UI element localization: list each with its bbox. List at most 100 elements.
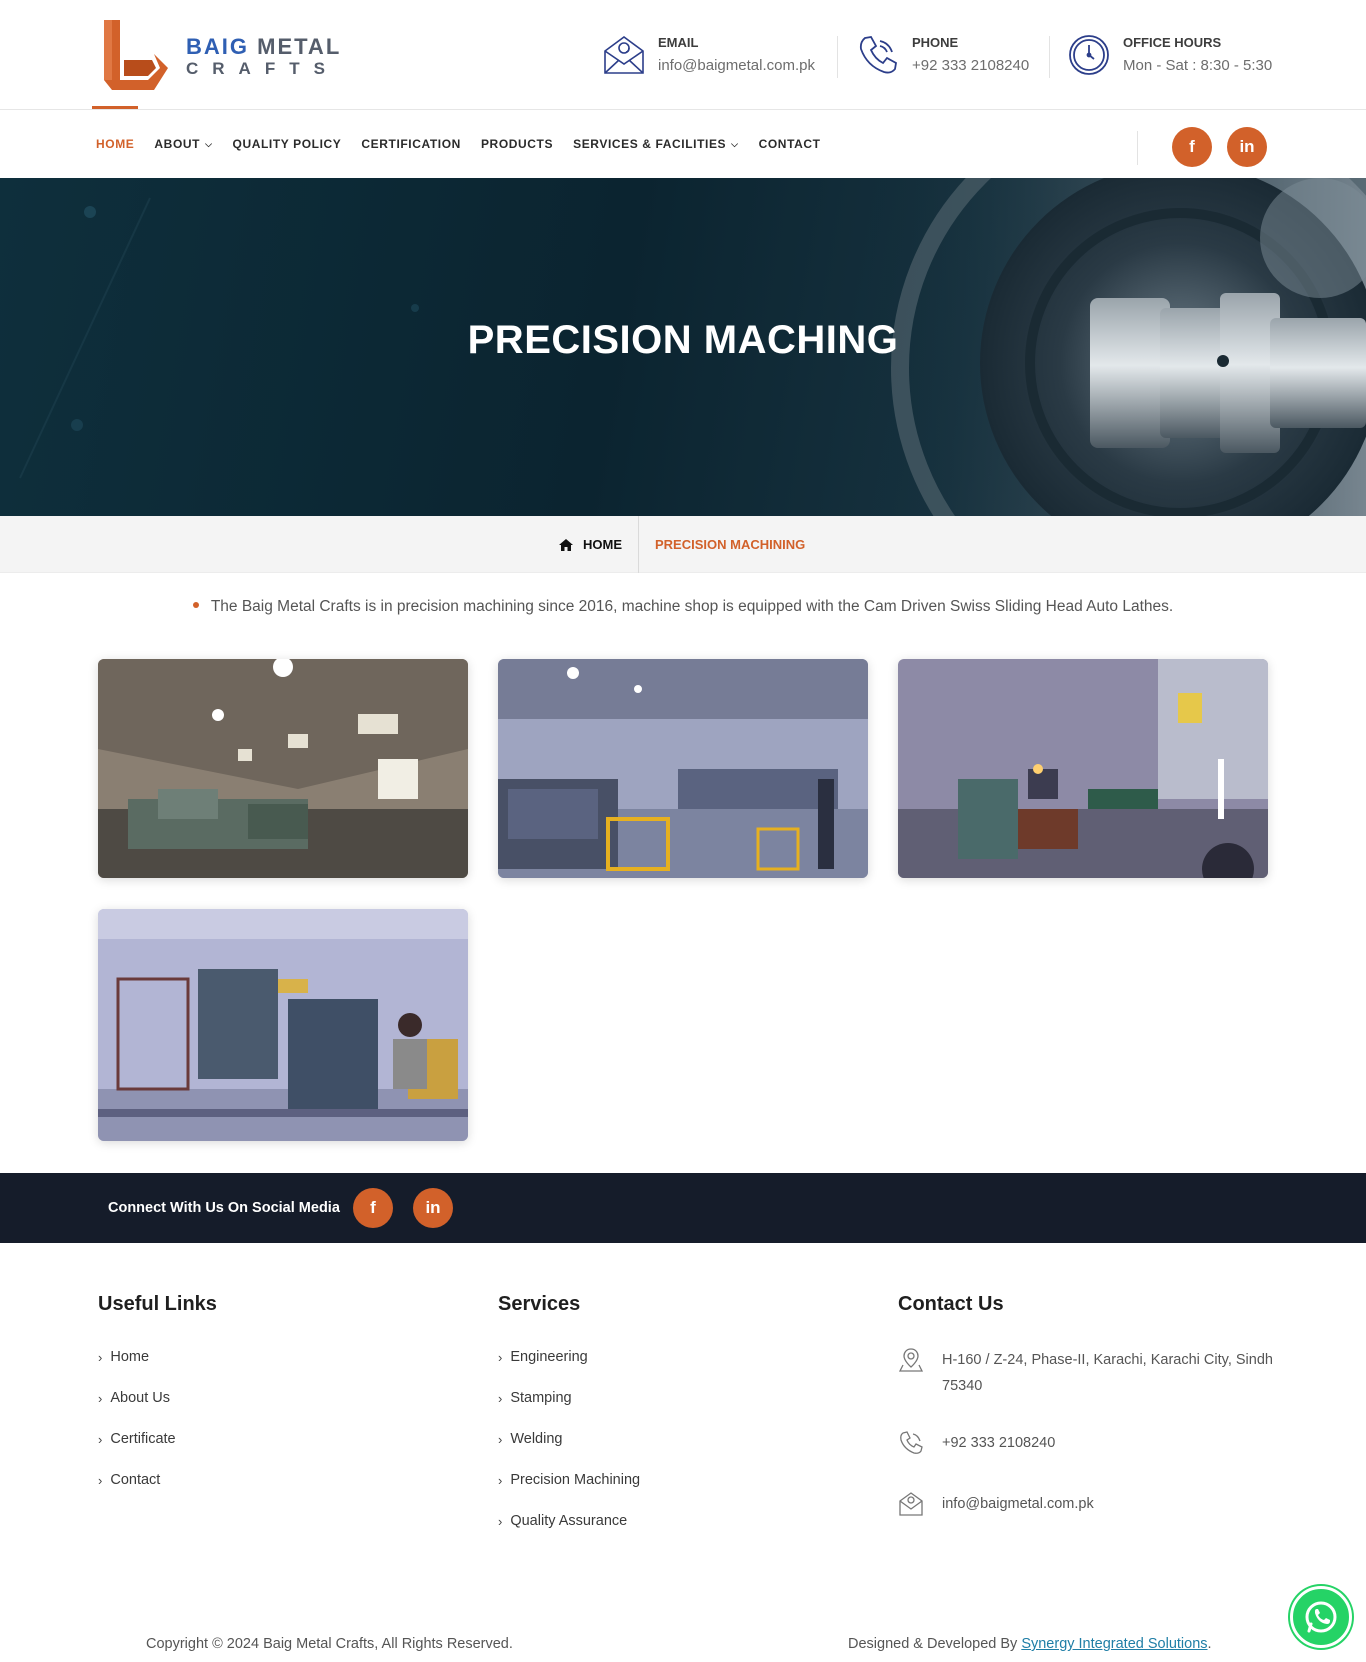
nav-home[interactable]: HOME (91, 106, 139, 151)
gallery-image-3[interactable] (898, 659, 1268, 878)
chevron-down-icon: ⌵ (205, 138, 213, 149)
footer-link-label: Contact (110, 1472, 161, 1488)
footer-link-label: Certificate (110, 1431, 176, 1447)
nav-contact-label: CONTACT (758, 137, 821, 151)
chevron-down-icon: ⌵ (731, 138, 739, 149)
email-value[interactable]: info@baigmetal.com.pk (658, 57, 815, 75)
linkedin-icon: in (425, 1198, 441, 1217)
header-email[interactable]: EMAIL info@baigmetal.com.pk (602, 30, 815, 80)
breadcrumb: HOME PRECISION MACHINING (0, 516, 1366, 573)
services-title: Services (498, 1293, 581, 1315)
footer-service-label: Engineering (510, 1349, 588, 1365)
phone-value[interactable]: +92 333 2108240 (912, 57, 1029, 75)
logo-mark-icon (104, 20, 168, 90)
page-title: PRECISION MACHING (467, 318, 899, 362)
footer-link-contact[interactable]: › Contact (98, 1472, 160, 1488)
nav-contact[interactable]: CONTACT (759, 137, 821, 151)
header-phone[interactable]: PHONE +92 333 2108240 (856, 30, 1029, 80)
breadcrumb-divider (638, 516, 639, 573)
intro-text-content: The Baig Metal Crafts is in precision ma… (210, 598, 1174, 615)
workshop-photo-3 (898, 659, 1268, 878)
footer-address: H-160 / Z-24, Phase-II, Karachi, Karachi… (898, 1347, 1278, 1399)
facebook-button[interactable]: f (1172, 127, 1212, 167)
whatsapp-icon (1305, 1601, 1337, 1633)
useful-links-title: Useful Links (98, 1293, 217, 1315)
header-divider (1049, 36, 1050, 78)
home-icon (559, 538, 573, 551)
footer-link-certificate[interactable]: › Certificate (98, 1431, 176, 1447)
chevron-right-icon: › (98, 1431, 103, 1447)
footer-email[interactable]: info@baigmetal.com.pk (898, 1491, 1278, 1517)
clock-icon (1069, 35, 1109, 75)
nav-quality-policy-label: QUALITY POLICY (232, 137, 342, 151)
location-pin-icon (898, 1348, 924, 1372)
designer-link[interactable]: Synergy Integrated Solutions (1021, 1636, 1207, 1652)
footer-address-text: H-160 / Z-24, Phase-II, Karachi, Karachi… (942, 1352, 1273, 1394)
main-nav: HOME ABOUT ⌵ QUALITY POLICY CERTIFICATION… (0, 106, 1366, 178)
footer-service-precision-machining[interactable]: › Precision Machining (498, 1472, 640, 1488)
nav-services-label: SERVICES & FACILITIES (573, 137, 727, 151)
contact-us-title: Contact Us (898, 1293, 1004, 1315)
workshop-photo-1 (98, 659, 468, 878)
email-icon (899, 1492, 923, 1516)
chevron-right-icon: › (98, 1390, 103, 1406)
footer-link-label: About Us (110, 1390, 170, 1406)
designed-by-prefix: Designed & Developed By (848, 1636, 1022, 1652)
nav-products-label: PRODUCTS (480, 137, 554, 151)
nav-about-label: ABOUT (154, 137, 201, 151)
nav-about[interactable]: ABOUT ⌵ (154, 137, 212, 151)
gallery-image-4[interactable] (98, 909, 468, 1141)
copyright-text: Copyright © 2024 Baig Metal Crafts, All … (146, 1636, 513, 1652)
social-strip: Connect With Us On Social Media f in (0, 1173, 1366, 1243)
workshop-photo-2 (498, 659, 868, 878)
facebook-icon: f (370, 1198, 376, 1217)
designed-by: Designed & Developed By Synergy Integrat… (848, 1636, 1212, 1652)
social-strip-label: Connect With Us On Social Media (108, 1200, 340, 1216)
footer-service-welding[interactable]: › Welding (498, 1431, 562, 1447)
footer-link-label: Home (110, 1349, 150, 1365)
hours-value: Mon - Sat : 8:30 - 5:30 (1123, 56, 1273, 74)
footer-service-label: Quality Assurance (510, 1513, 628, 1529)
footer-link-home[interactable]: › Home (98, 1349, 149, 1365)
breadcrumb-home[interactable]: HOME (558, 516, 622, 573)
footer-link-about[interactable]: › About Us (98, 1390, 170, 1406)
footer-service-stamping[interactable]: › Stamping (498, 1390, 572, 1406)
phone-icon (900, 1431, 923, 1454)
email-icon (604, 36, 644, 74)
footer-phone[interactable]: +92 333 2108240 (898, 1430, 1278, 1456)
page-hero: PRECISION MACHING (0, 178, 1366, 516)
nav-certification-label: CERTIFICATION (361, 137, 461, 151)
hours-label: OFFICE HOURS (1123, 35, 1222, 51)
footer-email-text: info@baigmetal.com.pk (942, 1496, 1094, 1512)
linkedin-button[interactable]: in (1227, 127, 1267, 167)
footer-service-engineering[interactable]: › Engineering (498, 1349, 588, 1365)
nav-products[interactable]: PRODUCTS (481, 137, 553, 151)
nav-quality-policy[interactable]: QUALITY POLICY (233, 137, 342, 151)
breadcrumb-current: PRECISION MACHINING (655, 537, 806, 552)
footer-linkedin-button[interactable]: in (413, 1188, 453, 1228)
header-hours: OFFICE HOURS Mon - Sat : 8:30 - 5:30 (1067, 30, 1272, 80)
footer-facebook-button[interactable]: f (353, 1188, 393, 1228)
gallery-image-2[interactable] (498, 659, 868, 878)
footer-service-label: Welding (510, 1431, 563, 1447)
logo-word-metal: METAL (257, 33, 342, 59)
chevron-right-icon: › (498, 1431, 503, 1447)
breadcrumb-home-label: HOME (583, 537, 622, 552)
footer-service-label: Stamping (510, 1390, 572, 1406)
gallery-image-1[interactable] (98, 659, 468, 878)
footer-service-quality-assurance[interactable]: › Quality Assurance (498, 1513, 627, 1529)
facebook-icon: f (1189, 137, 1195, 156)
chevron-right-icon: › (498, 1472, 503, 1488)
bullet-icon (192, 601, 199, 608)
nav-services-facilities[interactable]: SERVICES & FACILITIES ⌵ (573, 137, 739, 151)
linkedin-icon: in (1239, 137, 1255, 156)
whatsapp-button[interactable] (1290, 1586, 1352, 1648)
chevron-right-icon: › (498, 1513, 503, 1529)
chevron-right-icon: › (498, 1349, 503, 1365)
phone-icon (859, 36, 897, 74)
site-logo[interactable]: BAIG METAL CRAFTS (98, 18, 358, 94)
nav-certification[interactable]: CERTIFICATION (361, 137, 461, 151)
chevron-right-icon: › (498, 1390, 503, 1406)
phone-label: PHONE (912, 35, 959, 51)
logo-word-crafts: CRAFTS (186, 58, 339, 78)
